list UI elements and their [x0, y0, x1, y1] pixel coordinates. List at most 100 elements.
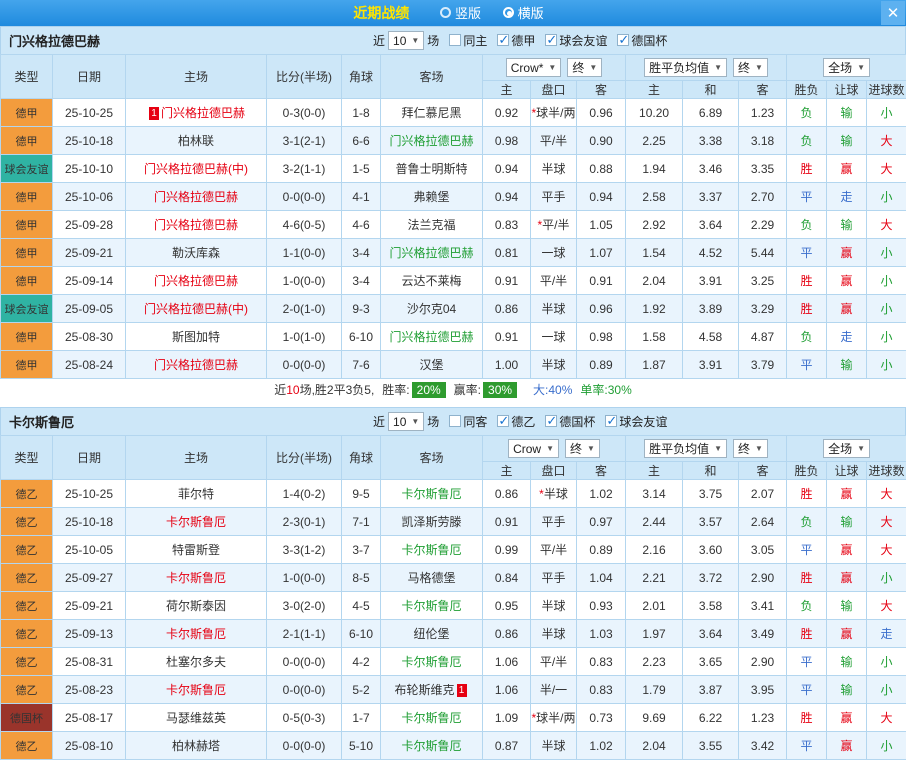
- away-team[interactable]: 卡尔斯鲁厄: [381, 704, 483, 732]
- layout-radio-vertical[interactable]: 竖版: [440, 3, 481, 22]
- away-team[interactable]: 汉堡: [381, 351, 483, 379]
- europe-draw-odds: 3.58: [683, 592, 739, 620]
- team-label: 卡尔斯鲁厄: [166, 627, 226, 641]
- home-team[interactable]: 柏林联: [126, 127, 267, 155]
- asia-odds-group-header: Crow 终: [483, 436, 626, 462]
- col-asia-home: 主: [483, 81, 531, 99]
- layout-radio-horizontal[interactable]: 横版: [503, 3, 544, 22]
- home-team[interactable]: 勒沃库森: [126, 239, 267, 267]
- away-team[interactable]: 卡尔斯鲁厄: [381, 648, 483, 676]
- summary-text: 胜率:: [382, 383, 409, 397]
- away-team[interactable]: 门兴格拉德巴赫: [381, 127, 483, 155]
- asia-handicap: 半/一: [531, 676, 577, 704]
- matches-tbody: 德乙 25-10-25 菲尔特 1-4(0-2) 9-5 卡尔斯鲁厄 0.86 …: [1, 480, 906, 760]
- home-team[interactable]: 杜塞尔多夫: [126, 648, 267, 676]
- home-team[interactable]: 特雷斯登: [126, 536, 267, 564]
- result-wdl: 平: [787, 732, 827, 760]
- league-badge: 球会友谊: [1, 155, 53, 183]
- away-team[interactable]: 布轮斯维克1: [381, 676, 483, 704]
- home-team[interactable]: 卡尔斯鲁厄: [126, 620, 267, 648]
- asia-handicap: 平手: [531, 508, 577, 536]
- filter-checkbox[interactable]: 球会友谊: [545, 32, 607, 49]
- team-section: 门兴格拉德巴赫 近 10 场 同主德甲球会友谊德国杯 类型 日期 主场: [0, 26, 906, 401]
- away-team[interactable]: 卡尔斯鲁厄: [381, 732, 483, 760]
- match-row: 德乙 25-10-18 卡尔斯鲁厄 2-3(0-1) 7-1 凯泽斯劳滕 0.9…: [1, 508, 906, 536]
- match-date: 25-10-06: [53, 183, 126, 211]
- away-team[interactable]: 门兴格拉德巴赫: [381, 239, 483, 267]
- home-team[interactable]: 斯图加特: [126, 323, 267, 351]
- away-team[interactable]: 法兰克福: [381, 211, 483, 239]
- away-team[interactable]: 拜仁慕尼黑: [381, 99, 483, 127]
- home-team[interactable]: 菲尔特: [126, 480, 267, 508]
- filter-checkbox[interactable]: 同客: [449, 413, 487, 430]
- corner-score: 1-8: [342, 99, 381, 127]
- away-team[interactable]: 马格德堡: [381, 564, 483, 592]
- away-team[interactable]: 弗赖堡: [381, 183, 483, 211]
- score: 0-5(0-3): [267, 704, 342, 732]
- home-team[interactable]: 卡尔斯鲁厄: [126, 508, 267, 536]
- match-count-select[interactable]: 10: [388, 31, 424, 50]
- away-team[interactable]: 卡尔斯鲁厄: [381, 592, 483, 620]
- asia-away-odds: 0.89: [577, 536, 626, 564]
- corner-score: 3-7: [342, 536, 381, 564]
- away-team[interactable]: 门兴格拉德巴赫: [381, 323, 483, 351]
- home-team[interactable]: 马瑟维兹英: [126, 704, 267, 732]
- europe-draw-odds: 6.22: [683, 704, 739, 732]
- home-team[interactable]: 门兴格拉德巴赫: [126, 183, 267, 211]
- away-team[interactable]: 卡尔斯鲁厄: [381, 536, 483, 564]
- match-date: 25-09-14: [53, 267, 126, 295]
- asia-odds-time-select[interactable]: 终: [567, 58, 602, 77]
- filter-checkbox[interactable]: 德乙: [497, 413, 535, 430]
- score: 0-0(0-0): [267, 648, 342, 676]
- away-team[interactable]: 卡尔斯鲁厄: [381, 480, 483, 508]
- home-team[interactable]: 柏林赫塔: [126, 732, 267, 760]
- europe-away-odds: 3.49: [739, 620, 787, 648]
- filter-checkbox[interactable]: 德甲: [497, 32, 535, 49]
- europe-odds-type-select[interactable]: 胜平负均值: [644, 58, 727, 77]
- col-handicap-result: 让球: [827, 81, 867, 99]
- away-team[interactable]: 沙尔克04: [381, 295, 483, 323]
- asia-away-odds: 0.97: [577, 508, 626, 536]
- away-team[interactable]: 云达不莱梅: [381, 267, 483, 295]
- home-team[interactable]: 卡尔斯鲁厄: [126, 676, 267, 704]
- scope-select[interactable]: 全场: [823, 58, 870, 77]
- result-handicap: 输: [827, 127, 867, 155]
- away-team[interactable]: 普鲁士明斯特: [381, 155, 483, 183]
- home-team[interactable]: 门兴格拉德巴赫: [126, 267, 267, 295]
- home-team[interactable]: 门兴格拉德巴赫(中): [126, 295, 267, 323]
- match-count-select[interactable]: 10: [388, 412, 424, 431]
- result-handicap: 输: [827, 99, 867, 127]
- home-team[interactable]: 1门兴格拉德巴赫: [126, 99, 267, 127]
- team-label: 卡尔斯鲁厄: [401, 655, 461, 669]
- europe-draw-odds: 6.89: [683, 99, 739, 127]
- away-team[interactable]: 纽伦堡: [381, 620, 483, 648]
- match-date: 25-09-21: [53, 239, 126, 267]
- europe-odds-type-select[interactable]: 胜平负均值: [644, 439, 727, 458]
- scope-select[interactable]: 全场: [823, 439, 870, 458]
- result-wdl: 负: [787, 99, 827, 127]
- team-label: 云达不莱梅: [401, 274, 461, 288]
- home-team[interactable]: 卡尔斯鲁厄: [126, 564, 267, 592]
- filter-checkbox[interactable]: 球会友谊: [605, 413, 667, 430]
- filter-checkbox[interactable]: 德国杯: [617, 32, 667, 49]
- red-card-badge: 1: [457, 684, 467, 697]
- result-handicap: 赢: [827, 704, 867, 732]
- europe-odds-time-select[interactable]: 终: [733, 439, 768, 458]
- bookmaker-select[interactable]: Crow: [508, 439, 559, 458]
- home-team[interactable]: 门兴格拉德巴赫: [126, 351, 267, 379]
- bookmaker-select[interactable]: Crow*: [506, 58, 562, 77]
- filter-checkbox[interactable]: 德国杯: [545, 413, 595, 430]
- asia-odds-time-select[interactable]: 终: [565, 439, 600, 458]
- recent-results-panel: { "topbar": { "title": "近期战绩", "radios":…: [0, 0, 906, 752]
- corner-score: 4-1: [342, 183, 381, 211]
- match-date: 25-09-28: [53, 211, 126, 239]
- home-team[interactable]: 门兴格拉德巴赫: [126, 211, 267, 239]
- europe-odds-time-select[interactable]: 终: [733, 58, 768, 77]
- home-team[interactable]: 门兴格拉德巴赫(中): [126, 155, 267, 183]
- europe-home-odds: 2.58: [626, 183, 683, 211]
- filter-checkbox[interactable]: 同主: [449, 32, 487, 49]
- away-team[interactable]: 凯泽斯劳滕: [381, 508, 483, 536]
- result-handicap: 赢: [827, 564, 867, 592]
- home-team[interactable]: 荷尔斯泰因: [126, 592, 267, 620]
- close-icon[interactable]: ✕: [881, 1, 905, 25]
